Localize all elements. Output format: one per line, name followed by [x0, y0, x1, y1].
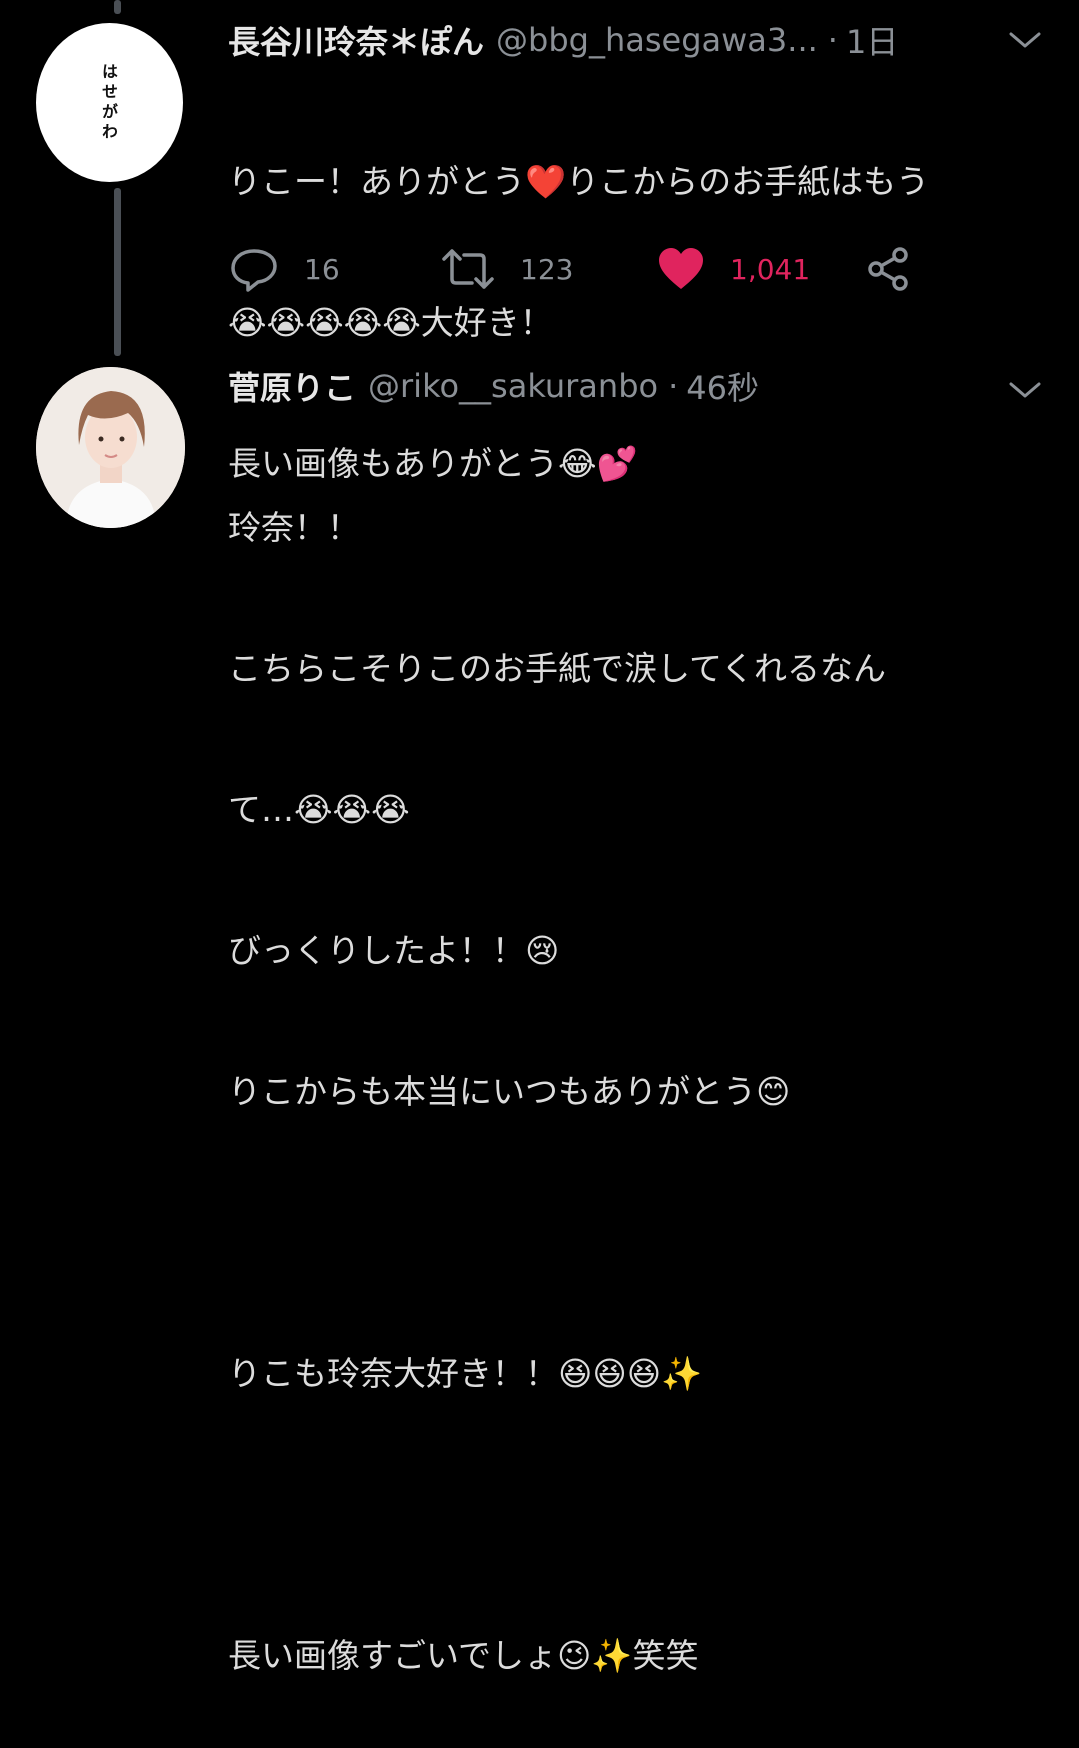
tweet-line: りこー！ありがとう❤️りこからのお手紙はもう — [228, 162, 930, 201]
user-handle[interactable]: @bbg_hasegawa3... — [496, 21, 818, 59]
tweet-line: 玲奈！！ — [228, 508, 360, 547]
timestamp[interactable]: 46秒 — [686, 363, 759, 409]
retweet-icon — [442, 249, 494, 289]
reply-button[interactable]: 16 — [228, 245, 340, 293]
tweet: 菅原りこ @riko__sakuranbo · 46秒 玲奈！！ こちらこそりこ… — [228, 366, 1059, 1748]
reply-count: 16 — [304, 252, 340, 286]
display-name[interactable]: 菅原りこ — [228, 363, 356, 409]
share-button[interactable] — [864, 245, 914, 293]
tweet-line: りこからも本当にいつもありがとう😊 — [228, 1072, 791, 1111]
retweet-button[interactable]: 123 — [440, 245, 573, 293]
avatar[interactable] — [36, 367, 185, 528]
tweet-line — [228, 1491, 1059, 1538]
like-button[interactable]: 1,041 — [656, 245, 810, 293]
reply-icon — [231, 249, 277, 292]
avatar[interactable]: はせがわ — [36, 23, 183, 182]
tweet-text: 玲奈！！ こちらこそりこのお手紙で涙してくれるなん て…😭😭😭 びっくりしたよ！… — [228, 410, 1059, 1748]
tweet-actions: 16 123 1,041 — [228, 245, 928, 300]
tweet-header: 菅原りこ @riko__sakuranbo · 46秒 — [228, 363, 1059, 409]
separator-dot: · — [827, 21, 838, 59]
chevron-down-icon[interactable] — [1007, 378, 1043, 402]
retweet-count: 123 — [520, 252, 574, 286]
share-icon — [868, 247, 908, 291]
tweet-header: 長谷川玲奈＊ぽん @bbg_hasegawa3... · 1日 — [228, 17, 1059, 63]
tweet-line: こちらこそりこのお手紙で涙してくれるなん — [228, 649, 887, 688]
tweet-line: りこも玲奈大好き！！😆😆😆✨ — [228, 1354, 703, 1393]
thread-connector — [114, 188, 121, 356]
like-icon — [659, 248, 703, 289]
timestamp[interactable]: 1日 — [846, 17, 898, 63]
tweet-line: 長い画像すごいでしょ😉✨笑笑 — [228, 1636, 699, 1675]
separator-dot: · — [668, 367, 679, 405]
tweet-line: て…😭😭😭 — [228, 790, 410, 829]
profile-photo — [36, 367, 185, 528]
tweet-line — [228, 1209, 1059, 1256]
thread-connector-top — [114, 0, 121, 14]
avatar-text: はせがわ — [99, 63, 118, 143]
like-count: 1,041 — [730, 252, 811, 286]
tweet-line: びっくりしたよ！！😢 — [228, 931, 560, 970]
tweet-line: 😭😭😭😭😭大好き！ — [228, 303, 553, 342]
user-handle[interactable]: @riko__sakuranbo — [368, 367, 658, 405]
chevron-down-icon[interactable] — [1007, 28, 1043, 52]
display-name[interactable]: 長谷川玲奈＊ぽん — [228, 17, 484, 63]
